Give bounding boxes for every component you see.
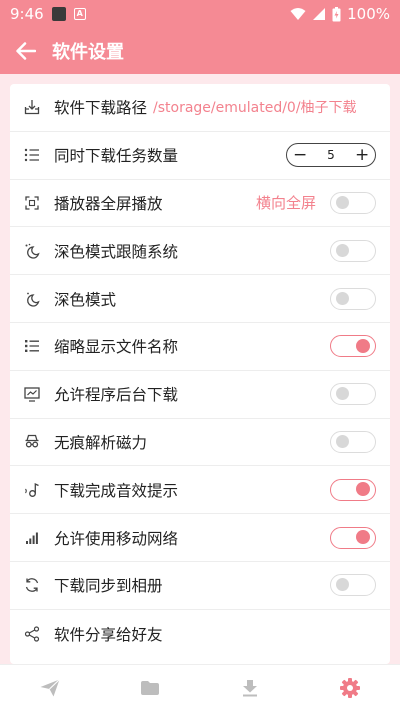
nav-item-send[interactable]	[0, 665, 100, 711]
setting-share-app[interactable]: 软件分享给好友	[10, 610, 390, 658]
setting-label: 下载同步到相册	[54, 577, 163, 596]
setting-download-path[interactable]: 软件下载路径 /storage/emulated/0/柚子下载	[10, 84, 390, 132]
sync-album-toggle[interactable]	[330, 574, 376, 597]
toggle-knob	[356, 482, 370, 497]
toggle-knob	[356, 530, 370, 545]
background-download-toggle[interactable]	[330, 383, 376, 406]
incognito-icon	[25, 435, 39, 448]
setting-label: 缩略显示文件名称	[54, 338, 179, 357]
setting-sync-album: 下载同步到相册	[10, 562, 390, 610]
completion-sound-toggle[interactable]	[330, 478, 376, 501]
abbrev-filename-toggle[interactable]	[330, 335, 376, 358]
stepper-value: 5	[327, 148, 335, 163]
setting-label: 同时下载任务数量	[54, 147, 179, 166]
decrement-button[interactable]: −	[293, 147, 307, 164]
arrow-back-icon	[16, 42, 36, 60]
setting-label: 播放器全屏播放	[54, 194, 163, 213]
fullscreen-mode-selector[interactable]: 横向全屏	[256, 192, 316, 213]
mobile-network-toggle[interactable]	[330, 526, 376, 549]
toggle-knob	[336, 434, 349, 448]
page-title: 软件设置	[52, 42, 124, 63]
battery-percent: 100%	[347, 5, 390, 23]
share-icon	[24, 626, 40, 642]
sync-icon	[25, 578, 39, 593]
incognito-magnet-toggle[interactable]	[330, 430, 376, 453]
download-icon	[243, 680, 257, 697]
status-time: 9:46	[10, 5, 44, 23]
setting-label: 软件分享给好友	[54, 625, 163, 644]
setting-concurrent-tasks: 同时下载任务数量 − 5 +	[10, 132, 390, 180]
moon-icon	[27, 292, 40, 307]
setting-label: 深色模式跟随系统	[54, 242, 179, 261]
download-tray-icon	[24, 100, 40, 115]
bullet-list-icon	[25, 340, 39, 353]
signal-icon	[313, 8, 326, 20]
battery-icon	[332, 6, 341, 21]
setting-label: 深色模式	[54, 290, 117, 309]
monitor-chart-icon	[24, 387, 40, 402]
setting-label: 软件下载路径	[54, 99, 148, 118]
back-button[interactable]	[0, 28, 52, 74]
music-note-icon	[25, 482, 39, 497]
notification-app-icon	[51, 7, 66, 21]
nav-item-download[interactable]	[200, 665, 300, 711]
toggle-knob	[336, 195, 349, 209]
toggle-knob	[356, 338, 370, 353]
setting-dark-follow-system: 深色模式跟随系统	[10, 227, 390, 276]
toggle-knob	[336, 387, 349, 401]
status-bar: 9:46 A 100%	[0, 0, 400, 28]
moon-auto-icon	[25, 243, 40, 259]
nav-item-settings[interactable]	[300, 665, 400, 711]
bottom-nav	[0, 664, 400, 711]
fullscreen-icon	[25, 196, 39, 210]
send-icon	[40, 679, 60, 697]
concurrent-tasks-stepper: − 5 +	[286, 143, 376, 168]
wifi-icon	[290, 8, 306, 20]
toggle-knob	[336, 578, 349, 592]
setting-dark-mode: 深色模式	[10, 275, 390, 323]
setting-label: 允许程序后台下载	[54, 386, 179, 405]
toggle-knob	[336, 243, 349, 257]
setting-label: 允许使用移动网络	[54, 529, 179, 548]
app-bar: 软件设置	[0, 28, 400, 74]
settings-gear-icon	[340, 678, 360, 698]
cellular-signal-icon	[26, 532, 38, 544]
download-path-value: /storage/emulated/0/柚子下载	[153, 100, 357, 117]
fullscreen-toggle[interactable]	[330, 191, 376, 214]
settings-list: 软件下载路径 /storage/emulated/0/柚子下载 同时下载任务数量…	[10, 84, 390, 664]
a-badge-icon: A	[73, 8, 86, 20]
dark-follow-toggle[interactable]	[330, 239, 376, 262]
toggle-knob	[336, 291, 349, 305]
nav-item-files[interactable]	[100, 665, 200, 711]
setting-background-download: 允许程序后台下载	[10, 371, 390, 419]
setting-mobile-network: 允许使用移动网络	[10, 514, 390, 562]
setting-abbrev-filename: 缩略显示文件名称	[10, 323, 390, 371]
setting-completion-sound: 下载完成音效提示	[10, 466, 390, 515]
setting-incognito-magnet: 无痕解析磁力	[10, 419, 390, 467]
setting-label: 下载完成音效提示	[54, 481, 179, 500]
setting-label: 无痕解析磁力	[54, 433, 148, 452]
list-icon	[24, 148, 39, 162]
dark-mode-toggle[interactable]	[330, 287, 376, 310]
setting-fullscreen-play: 播放器全屏播放 横向全屏	[10, 180, 390, 228]
increment-button[interactable]: +	[355, 147, 369, 164]
folder-icon	[141, 681, 159, 695]
